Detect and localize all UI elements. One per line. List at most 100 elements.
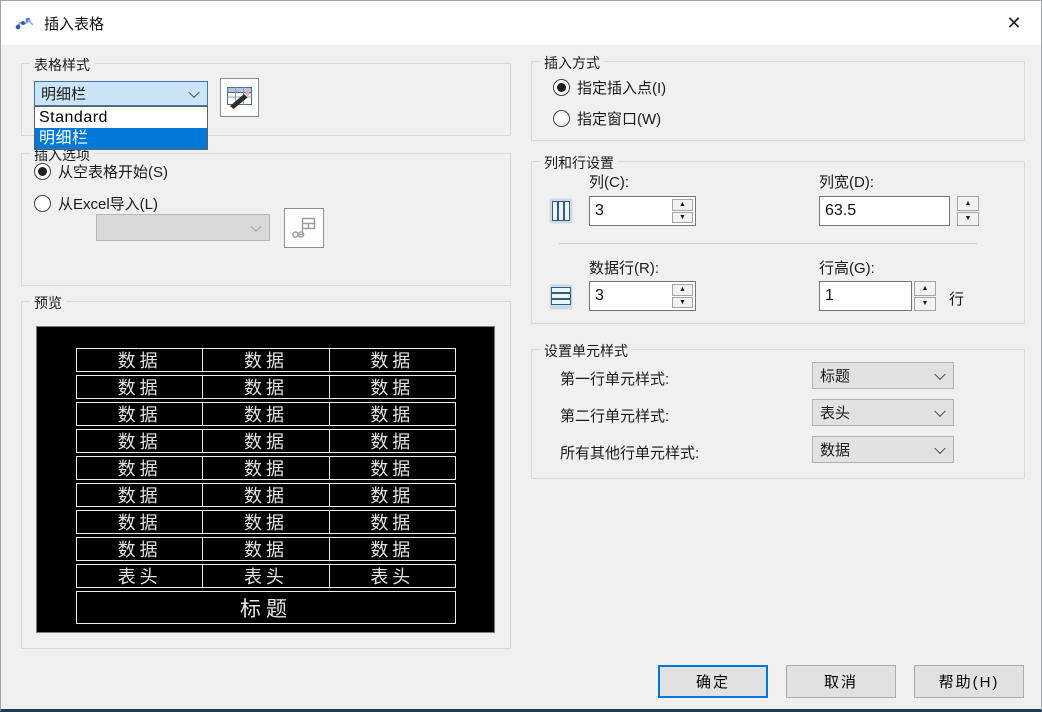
preview-row: 数据数据数据: [76, 429, 456, 453]
preview-table: 数据数据数据数据数据数据数据数据数据数据数据数据数据数据数据数据数据数据数据数据…: [76, 348, 456, 624]
preview-cell: 表头: [202, 565, 328, 587]
cell-style-combobox[interactable]: 数据: [812, 436, 954, 463]
data-rows-label: 数据行(R):: [589, 257, 659, 278]
radio-start-empty[interactable]: 从空表格开始(S): [34, 161, 168, 182]
spin-down-icon[interactable]: ▼: [672, 297, 693, 309]
cell-style-row-label: 所有其他行单元样式:: [560, 442, 699, 463]
preview-cell: 数据: [329, 430, 455, 452]
radio-insert-window[interactable]: 指定窗口(W): [553, 108, 661, 129]
preview-row: 数据数据数据: [76, 456, 456, 480]
chevron-down-icon: [934, 442, 945, 453]
row-height-label: 行高(G):: [819, 257, 875, 278]
excel-source-combobox: [96, 214, 270, 241]
preview-cell: 数据: [329, 538, 455, 560]
preview-cell: 数据: [77, 484, 202, 506]
rows-icon: [549, 283, 573, 311]
cell-style-combobox-value: 表头: [820, 400, 850, 425]
preview-cell: 数据: [202, 349, 328, 371]
table-style-group-label: 表格样式: [30, 55, 94, 75]
preview-row: 数据数据数据: [76, 375, 456, 399]
cell-styles-group-label: 设置单元样式: [540, 341, 632, 361]
table-link-icon: [290, 214, 318, 242]
preview-cell: 数据: [202, 376, 328, 398]
insert-mode-group-label: 插入方式: [540, 53, 604, 73]
columns-icon: [549, 197, 573, 225]
preview-row: 数据数据数据: [76, 537, 456, 561]
column-width-input[interactable]: [820, 197, 949, 225]
dialog-title: 插入表格: [44, 13, 104, 34]
columns-rows-group-label: 列和行设置: [540, 153, 618, 173]
preview-row: 数据数据数据: [76, 348, 456, 372]
spin-up-icon[interactable]: ▲: [672, 199, 693, 211]
preview-canvas: 数据数据数据数据数据数据数据数据数据数据数据数据数据数据数据数据数据数据数据数据…: [36, 326, 495, 633]
style-dropdown-item[interactable]: 明细栏: [35, 128, 207, 149]
cell-style-combobox[interactable]: 表头: [812, 399, 954, 426]
radio-selected-icon: [34, 163, 51, 180]
preview-cell: 数据: [202, 403, 328, 425]
spin-down-icon[interactable]: ▼: [914, 297, 936, 312]
radio-insert-point[interactable]: 指定插入点(I): [553, 77, 666, 98]
preview-cell: 表头: [329, 565, 455, 587]
table-style-dropdown-list: Standard明细栏: [34, 106, 208, 150]
column-width-field[interactable]: [819, 196, 950, 226]
cell-style-row-label: 第一行单元样式:: [560, 368, 669, 389]
column-width-label: 列宽(D):: [819, 171, 874, 192]
data-link-button[interactable]: [284, 208, 324, 248]
preview-cell: 数据: [329, 484, 455, 506]
table-style-combobox[interactable]: 明细栏: [34, 81, 208, 106]
spin-up-icon[interactable]: ▲: [914, 281, 936, 296]
insert-table-dialog: 插入表格 ✕ 表格样式 明细栏 Standard明细栏 插入选项 从空表格开始(…: [0, 0, 1042, 712]
radio-insert-window-label: 指定窗口(W): [577, 108, 661, 129]
column-width-spinner[interactable]: ▲ ▼: [957, 196, 979, 226]
help-button[interactable]: 帮助(H): [914, 665, 1024, 698]
preview-row: 数据数据数据: [76, 510, 456, 534]
preview-cell: 数据: [202, 484, 328, 506]
table-edit-icon: [226, 85, 254, 111]
chevron-down-icon: [250, 220, 261, 231]
columns-spinner[interactable]: ▲ ▼: [672, 199, 693, 223]
row-height-input[interactable]: [820, 282, 911, 310]
preview-cell: 数据: [202, 538, 328, 560]
preview-cell: 数据: [77, 457, 202, 479]
preview-row: 数据数据数据: [76, 483, 456, 507]
radio-from-excel[interactable]: 从Excel导入(L): [34, 193, 158, 214]
columns-field[interactable]: ▲ ▼: [589, 196, 696, 226]
preview-cell: 数据: [77, 430, 202, 452]
cell-style-combobox[interactable]: 标题: [812, 362, 954, 389]
preview-cell: 数据: [329, 349, 455, 371]
preview-cell: 表头: [77, 565, 202, 587]
cell-style-combobox-value: 标题: [820, 363, 850, 388]
radio-start-empty-label: 从空表格开始(S): [58, 161, 168, 182]
spin-down-icon[interactable]: ▼: [957, 212, 979, 227]
preview-group-label: 预览: [30, 293, 66, 313]
chevron-down-icon: [934, 405, 945, 416]
preview-cell: 数据: [329, 457, 455, 479]
preview-cell: 数据: [329, 511, 455, 533]
preview-cell: 数据: [202, 430, 328, 452]
cancel-button[interactable]: 取消: [786, 665, 896, 698]
preview-cell: 数据: [329, 403, 455, 425]
preview-cell: 数据: [77, 403, 202, 425]
spin-down-icon[interactable]: ▼: [672, 212, 693, 224]
spin-up-icon[interactable]: ▲: [672, 284, 693, 296]
data-rows-field[interactable]: ▲ ▼: [589, 281, 696, 311]
radio-unselected-icon: [34, 195, 51, 212]
preview-cell: 数据: [77, 538, 202, 560]
insert-mode-group: 插入方式: [531, 61, 1025, 141]
columns-label: 列(C):: [589, 171, 629, 192]
preview-cell: 数据: [77, 511, 202, 533]
table-style-combobox-value: 明细栏: [41, 82, 86, 105]
close-icon[interactable]: ✕: [995, 7, 1033, 39]
row-height-spinner[interactable]: ▲ ▼: [914, 281, 936, 311]
edit-table-style-button[interactable]: [220, 78, 259, 117]
preview-title-cell: 标题: [76, 591, 456, 624]
ok-button[interactable]: 确定: [658, 665, 768, 698]
data-rows-spinner[interactable]: ▲ ▼: [672, 284, 693, 308]
preview-cell: 数据: [77, 349, 202, 371]
preview-cell: 数据: [202, 457, 328, 479]
row-height-field[interactable]: [819, 281, 912, 311]
app-logo-icon: [14, 12, 36, 34]
spin-up-icon[interactable]: ▲: [957, 196, 979, 211]
chevron-down-icon: [934, 368, 945, 379]
style-dropdown-item[interactable]: Standard: [35, 107, 207, 128]
